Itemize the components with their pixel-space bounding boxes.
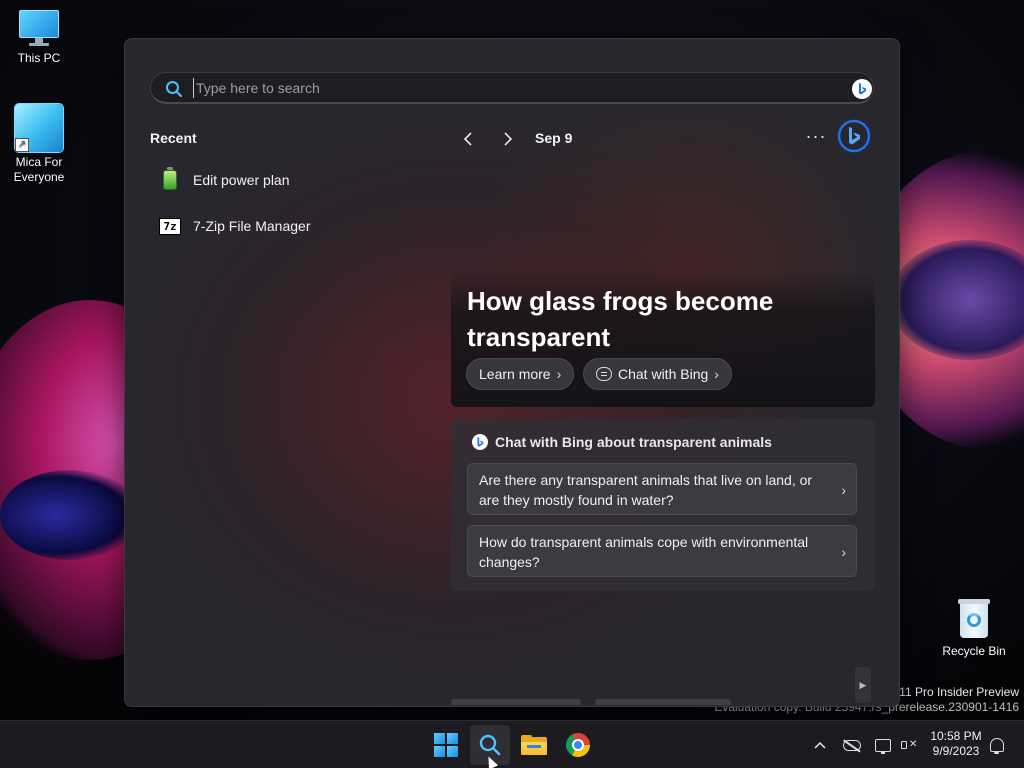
chevron-right-icon: › [841,544,846,560]
next-card-preview[interactable] [595,699,731,705]
previous-day-button[interactable] [455,126,481,152]
chrome-icon [566,733,590,757]
bing-chat-card: Chat with Bing about transparent animals… [451,419,875,591]
chevron-up-icon [814,741,826,749]
search-icon [166,81,182,97]
taskbar: ✕ 10:58 PM 9/9/2023 [0,720,1024,768]
desktop-icon-recycle-bin[interactable]: Recycle Bin [938,597,1010,659]
onedrive-tray-button[interactable] [840,721,864,768]
scroll-right-button[interactable]: ▶ [855,667,871,703]
desktop-icon-this-pc[interactable]: This PC [3,8,75,66]
recent-item-label: Edit power plan [193,172,290,188]
battery-icon [159,167,181,191]
chat-with-bing-label: Chat with Bing [618,366,709,382]
mica-app-icon: ↗ [15,104,63,152]
search-flyout: Recent Edit power plan 7z 7-Zip File Man… [124,38,900,707]
chevron-right-icon [504,132,513,146]
bing-icon [472,434,488,450]
suggested-question[interactable]: How do transparent animals cope with env… [467,525,857,577]
chat-with-bing-button[interactable]: Chat with Bing › [583,358,732,390]
clock-time: 10:58 PM [930,729,982,743]
recycle-bin-icon [956,597,992,641]
search-icon [479,734,501,756]
show-hidden-icons-button[interactable] [808,721,832,768]
volume-muted-icon: ✕ [901,738,917,752]
next-card-preview[interactable] [451,699,581,705]
clock[interactable]: 10:58 PM 9/9/2023 [924,729,988,759]
volume-tray-button[interactable]: ✕ [898,721,920,768]
chevron-right-icon: › [556,366,562,382]
file-explorer-button[interactable] [514,725,554,765]
suggested-question[interactable]: Are there any transparent animals that l… [467,463,857,515]
recent-heading: Recent [150,130,197,146]
chat-card-heading: Chat with Bing about transparent animals [471,433,772,451]
recent-item-label: 7-Zip File Manager [193,218,311,234]
notifications-button[interactable] [986,721,1008,768]
bing-icon[interactable] [851,78,873,100]
learn-more-label: Learn more [479,366,551,382]
folder-icon [521,735,547,755]
next-day-button[interactable] [495,126,521,152]
chrome-button[interactable] [558,725,598,765]
network-tray-button[interactable] [872,721,894,768]
network-icon [875,738,891,754]
hero-card[interactable]: How glass frogs become transparent Learn… [451,271,875,407]
bell-icon [990,738,1004,754]
desktop-icon-label: Mica For Everyone [13,155,65,184]
chevron-left-icon [463,132,472,146]
recent-item-edit-power-plan[interactable]: Edit power plan [155,163,415,197]
shortcut-arrow-icon: ↗ [15,138,29,152]
chat-bubble-icon [596,367,612,381]
windows-logo-icon [434,733,458,757]
computer-icon [17,8,61,48]
clock-date: 9/9/2023 [932,744,980,758]
bing-chat-icon[interactable] [837,119,871,153]
more-options-button[interactable]: ··· [803,125,829,151]
desktop-icon-label: This PC [17,51,61,65]
recent-item-7zip-file-manager[interactable]: 7z 7-Zip File Manager [155,209,415,243]
chevron-right-icon: › [714,366,719,382]
highlights-date: Sep 9 [535,130,573,146]
hero-title[interactable]: How glass frogs become transparent [467,283,867,355]
search-input[interactable] [193,78,813,98]
search-box[interactable] [150,72,874,104]
start-button[interactable] [426,725,466,765]
cloud-offline-icon [843,739,861,751]
7zip-icon: 7z [159,215,181,237]
desktop-icon-mica-for-everyone[interactable]: ↗ Mica For Everyone [3,104,75,185]
chevron-right-icon: › [841,482,846,498]
desktop-icon-label: Recycle Bin [942,644,1006,658]
edition-watermark: 11 Pro Insider Preview [899,685,1019,699]
learn-more-button[interactable]: Learn more › [466,358,575,390]
